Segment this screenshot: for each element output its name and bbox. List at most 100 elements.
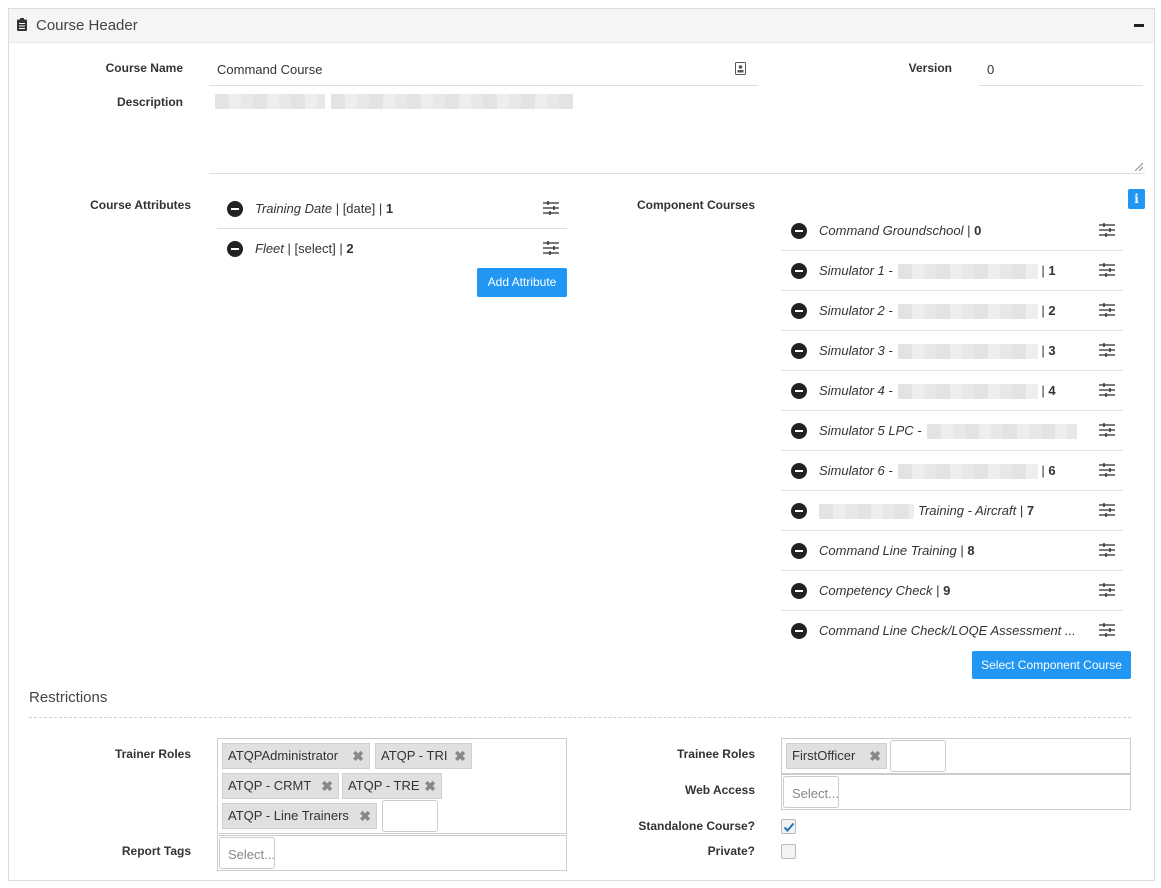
component-course-row: Simulator 4 - | 4 bbox=[781, 371, 1123, 411]
sliders-icon[interactable] bbox=[1099, 503, 1115, 517]
attribute-text: Training Date | [date] | 1 bbox=[255, 201, 394, 216]
select-component-course-button[interactable]: Select Component Course bbox=[972, 651, 1131, 679]
collapse-icon[interactable] bbox=[1132, 16, 1146, 30]
component-course-row: Simulator 5 LPC - bbox=[781, 411, 1123, 451]
web-access-input[interactable]: Select... bbox=[783, 776, 839, 808]
redacted-text bbox=[897, 264, 1038, 280]
standalone-course-checkbox[interactable] bbox=[781, 819, 796, 834]
version-label: Version bbox=[908, 61, 952, 75]
component-course-text: Simulator 2 - | 2 bbox=[819, 303, 1056, 320]
web-access-select[interactable]: Select... bbox=[781, 774, 1131, 810]
sliders-icon[interactable] bbox=[1099, 423, 1115, 437]
sliders-icon[interactable] bbox=[1099, 583, 1115, 597]
standalone-course-label: Standalone Course? bbox=[638, 819, 755, 833]
redacted-text bbox=[926, 424, 1077, 440]
component-course-text: Command Groundschool | 0 bbox=[819, 223, 982, 238]
description-textarea[interactable] bbox=[209, 90, 1145, 174]
remove-icon[interactable] bbox=[791, 623, 807, 639]
report-tags-select[interactable]: Select... bbox=[217, 835, 567, 871]
remove-tag-icon[interactable]: ✖ bbox=[424, 774, 436, 798]
sliders-icon[interactable] bbox=[1099, 623, 1115, 637]
info-button[interactable]: i bbox=[1128, 189, 1145, 209]
remove-tag-icon[interactable]: ✖ bbox=[321, 774, 333, 798]
remove-icon[interactable] bbox=[791, 303, 807, 319]
component-course-text: Simulator 4 - | 4 bbox=[819, 383, 1056, 400]
sliders-icon[interactable] bbox=[1099, 383, 1115, 397]
sliders-icon[interactable] bbox=[543, 241, 559, 255]
sliders-icon[interactable] bbox=[1099, 263, 1115, 277]
remove-icon[interactable] bbox=[227, 201, 243, 217]
section-divider bbox=[29, 717, 1131, 718]
role-tag: ATQP - TRE ✖ bbox=[342, 773, 442, 799]
trainee-roles-input[interactable] bbox=[890, 740, 946, 772]
sliders-icon[interactable] bbox=[543, 201, 559, 215]
add-attribute-button[interactable]: Add Attribute bbox=[477, 268, 567, 297]
component-course-text: Simulator 5 LPC - bbox=[819, 423, 1077, 440]
remove-icon[interactable] bbox=[791, 383, 807, 399]
private-label: Private? bbox=[707, 844, 755, 858]
redacted-text bbox=[331, 94, 573, 109]
trainer-roles-select[interactable]: ATQPAdministrator ✖ ATQP - TRI ✖ ATQP - CR… bbox=[217, 738, 567, 834]
trainee-roles-select[interactable]: FirstOfficer ✖ bbox=[781, 738, 1131, 774]
remove-icon[interactable] bbox=[791, 423, 807, 439]
sliders-icon[interactable] bbox=[1099, 343, 1115, 357]
report-tags-input[interactable]: Select... bbox=[219, 837, 275, 869]
remove-tag-icon[interactable]: ✖ bbox=[352, 744, 364, 768]
sliders-icon[interactable] bbox=[1099, 223, 1115, 237]
remove-icon[interactable] bbox=[791, 463, 807, 479]
component-course-row: Simulator 3 - | 3 bbox=[781, 331, 1123, 371]
remove-tag-icon[interactable]: ✖ bbox=[869, 744, 881, 768]
component-course-text: Simulator 1 - | 1 bbox=[819, 263, 1056, 280]
component-course-row: Simulator 6 - | 6 bbox=[781, 451, 1123, 491]
component-course-text: Training - Aircraft | 7 bbox=[819, 503, 1034, 520]
component-course-text: Simulator 6 - | 6 bbox=[819, 463, 1056, 480]
panel-title: Course Header bbox=[36, 17, 138, 34]
remove-icon[interactable] bbox=[791, 343, 807, 359]
checkmark-icon bbox=[783, 822, 795, 832]
version-value: 0 bbox=[987, 62, 995, 77]
component-course-row: Command Line Check/LOQE Assessment ... bbox=[781, 611, 1123, 651]
sliders-icon[interactable] bbox=[1099, 463, 1115, 477]
component-courses-label: Component Courses bbox=[636, 198, 755, 212]
component-course-row: Command Groundschool | 0 bbox=[781, 211, 1123, 251]
course-name-field[interactable]: Command Course bbox=[209, 50, 758, 86]
redacted-text bbox=[819, 504, 914, 520]
remove-icon[interactable] bbox=[791, 543, 807, 559]
component-course-row: Competency Check | 9 bbox=[781, 571, 1123, 611]
course-attributes-label: Course Attributes bbox=[90, 198, 191, 212]
role-tag: ATQP - Line Trainers ✖ bbox=[222, 803, 377, 829]
component-course-row: Simulator 2 - | 2 bbox=[781, 291, 1123, 331]
remove-tag-icon[interactable]: ✖ bbox=[454, 744, 466, 768]
redacted-text bbox=[897, 304, 1038, 320]
remove-icon[interactable] bbox=[227, 241, 243, 257]
restrictions-title: Restrictions bbox=[29, 689, 108, 706]
clipboard-icon bbox=[17, 18, 27, 31]
version-field[interactable]: 0 bbox=[979, 50, 1143, 86]
component-course-text: Command Line Check/LOQE Assessment ... bbox=[819, 623, 1076, 638]
contact-card-icon[interactable] bbox=[735, 62, 746, 75]
remove-icon[interactable] bbox=[791, 503, 807, 519]
role-tag: ATQP - TRI ✖ bbox=[375, 743, 472, 769]
description-label: Description bbox=[116, 95, 183, 109]
component-course-text: Command Line Training | 8 bbox=[819, 543, 975, 558]
role-tag: ATQPAdministrator ✖ bbox=[222, 743, 370, 769]
attribute-row: Training Date | [date] | 1 bbox=[217, 189, 567, 229]
remove-icon[interactable] bbox=[791, 223, 807, 239]
trainee-roles-label: Trainee Roles bbox=[676, 747, 755, 761]
remove-icon[interactable] bbox=[791, 263, 807, 279]
remove-tag-icon[interactable]: ✖ bbox=[359, 804, 371, 828]
resize-handle-icon[interactable] bbox=[1135, 163, 1143, 171]
trainer-roles-input[interactable] bbox=[382, 800, 438, 832]
component-course-row: Command Line Training | 8 bbox=[781, 531, 1123, 571]
redacted-text bbox=[897, 384, 1038, 400]
remove-icon[interactable] bbox=[791, 583, 807, 599]
sliders-icon[interactable] bbox=[1099, 303, 1115, 317]
sliders-icon[interactable] bbox=[1099, 543, 1115, 557]
web-access-label: Web Access bbox=[684, 783, 755, 797]
redacted-text bbox=[897, 464, 1038, 480]
component-course-row: Training - Aircraft | 7 bbox=[781, 491, 1123, 531]
attribute-row: Fleet | [select] | 2 bbox=[217, 229, 567, 269]
trainer-roles-label: Trainer Roles bbox=[114, 747, 191, 761]
private-checkbox[interactable] bbox=[781, 844, 796, 859]
course-name-label: Course Name bbox=[105, 61, 183, 75]
